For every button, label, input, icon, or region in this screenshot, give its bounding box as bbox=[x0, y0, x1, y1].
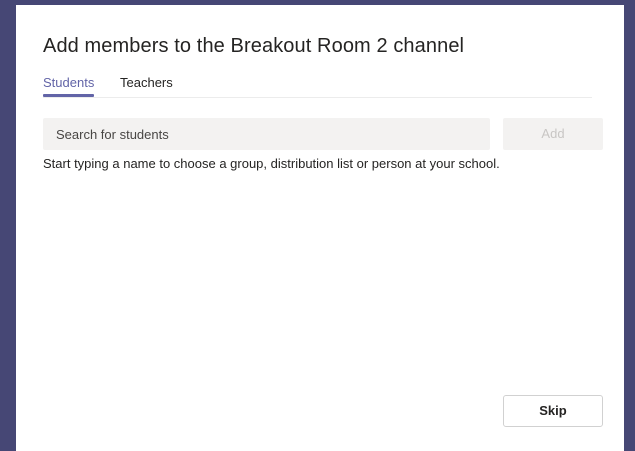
add-members-dialog: Add members to the Breakout Room 2 chann… bbox=[16, 5, 624, 451]
helper-text: Start typing a name to choose a group, d… bbox=[43, 156, 500, 171]
dialog-title: Add members to the Breakout Room 2 chann… bbox=[43, 35, 465, 57]
tab-teachers[interactable]: Teachers bbox=[120, 75, 173, 96]
member-type-tabs: Students Teachers bbox=[43, 75, 592, 98]
skip-button[interactable]: Skip bbox=[503, 395, 603, 427]
add-button[interactable]: Add bbox=[503, 118, 603, 150]
search-students-input[interactable] bbox=[43, 118, 490, 150]
tab-students[interactable]: Students bbox=[43, 75, 95, 97]
